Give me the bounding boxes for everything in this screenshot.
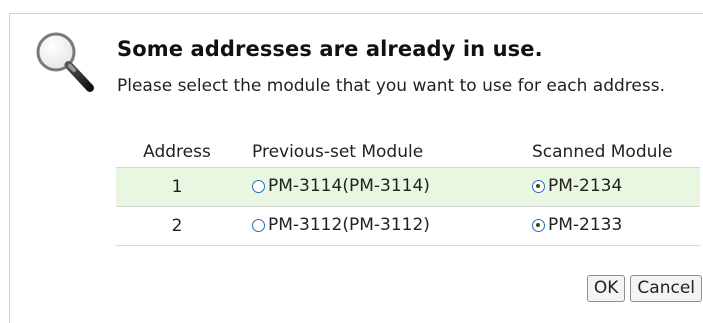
ok-button[interactable]: OK [586,275,626,302]
previous-module-option[interactable]: PM-3114(PM-3114) [252,176,430,196]
header-address: Address [116,136,238,168]
dialog-actions: OK Cancel [586,275,702,302]
magnifier-icon [36,32,94,92]
address-conflict-dialog: Some addresses are already in use. Pleas… [9,13,703,323]
cancel-button[interactable]: Cancel [630,275,702,302]
address-cell: 1 [116,167,238,207]
scanned-module-option[interactable]: PM-2133 [532,215,622,235]
radio-unchecked-icon[interactable] [252,218,265,232]
previous-module-option[interactable]: PM-3112(PM-3112) [252,215,430,235]
scanned-module-label: PM-2133 [548,215,623,236]
scanned-module-cell: PM-2134 [518,167,700,207]
dialog-message: Please select the module that you want t… [117,76,665,96]
scanned-module-option[interactable]: PM-2134 [532,176,622,196]
table-header-row: Address Previous-set Module Scanned Modu… [116,136,700,168]
radio-checked-icon[interactable] [532,218,545,232]
radio-checked-icon[interactable] [532,179,545,193]
previous-module-label: PM-3112(PM-3112) [268,215,430,236]
previous-module-label: PM-3114(PM-3114) [268,176,430,197]
previous-module-cell: PM-3114(PM-3114) [238,167,518,207]
dialog-title: Some addresses are already in use. [117,37,543,61]
header-scanned-module: Scanned Module [518,136,700,168]
header-previous-module: Previous-set Module [238,136,518,168]
radio-unchecked-icon[interactable] [252,179,265,193]
address-cell: 2 [116,206,238,246]
table-row: 1 PM-3114(PM-3114) PM-2134 [116,167,700,207]
scanned-module-label: PM-2134 [548,176,623,197]
scanned-module-cell: PM-2133 [518,206,700,246]
previous-module-cell: PM-3112(PM-3112) [238,206,518,246]
address-table: Address Previous-set Module Scanned Modu… [116,136,700,246]
table-row: 2 PM-3112(PM-3112) PM-2133 [116,206,700,246]
